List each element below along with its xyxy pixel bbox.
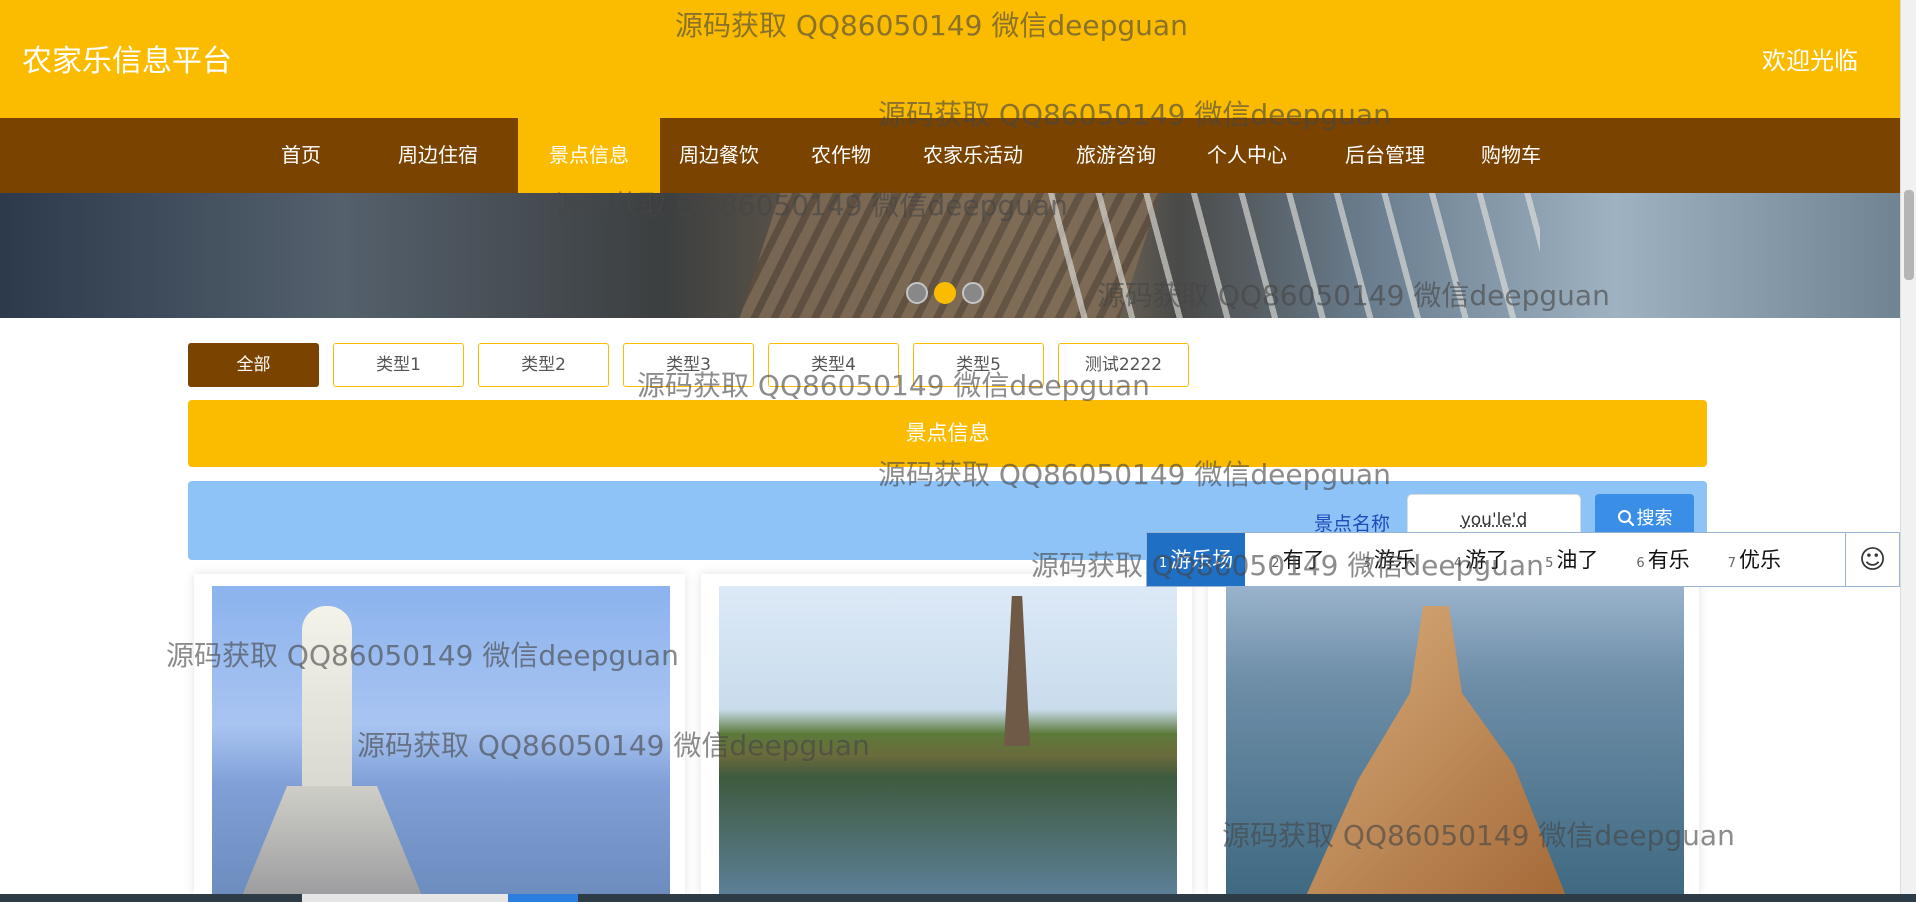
filter-test2222[interactable]: 测试2222: [1058, 343, 1189, 387]
category-filters: 全部 类型1 类型2 类型3 类型4 类型5 测试2222: [188, 343, 1189, 387]
nav-item-dining[interactable]: 周边餐饮: [670, 118, 768, 193]
os-taskbar: [0, 894, 1916, 902]
carousel-dot-1[interactable]: [906, 282, 928, 304]
nav-item-travel-consult[interactable]: 旅游咨询: [1070, 118, 1162, 193]
nav-item-cart[interactable]: 购物车: [1474, 118, 1548, 193]
taskbar-item[interactable]: [302, 894, 508, 902]
filter-type4[interactable]: 类型4: [768, 343, 899, 387]
ime-candidate[interactable]: 2 有了: [1259, 533, 1336, 586]
filter-type2[interactable]: 类型2: [478, 343, 609, 387]
search-icon: [1617, 510, 1634, 527]
nav-item-activities[interactable]: 农家乐活动: [916, 118, 1030, 193]
welcome-text: 欢迎光临: [1762, 47, 1858, 75]
attraction-cards: [194, 574, 1702, 894]
nav-item-attractions[interactable]: 景点信息: [518, 118, 660, 193]
ime-candidate[interactable]: 1 游乐场: [1147, 533, 1246, 586]
filter-type3[interactable]: 类型3: [623, 343, 754, 387]
attraction-card[interactable]: [1208, 574, 1699, 894]
search-button-label: 搜索: [1636, 508, 1673, 529]
nav-item-personal-center[interactable]: 个人中心: [1202, 118, 1292, 193]
nav-item-home[interactable]: 首页: [259, 118, 343, 193]
main-nav: 首页 周边住宿 景点信息 周边餐饮 农作物 农家乐活动 旅游咨询 个人中心 后台…: [0, 118, 1900, 193]
section-title: 景点信息: [188, 400, 1707, 467]
ime-candidate[interactable]: 4 游了: [1442, 533, 1519, 586]
ime-candidate[interactable]: 5 油了: [1533, 533, 1610, 586]
ime-candidate-bar: 1 游乐场 2 有了 3 游乐 4 游了 5 油了 6 有乐 7 优乐 ☺: [1146, 532, 1900, 587]
page-scrollbar[interactable]: [1900, 0, 1916, 894]
ime-candidate[interactable]: 6 有乐: [1624, 533, 1701, 586]
nav-item-crops[interactable]: 农作物: [806, 118, 876, 193]
taskbar-item[interactable]: [508, 894, 578, 902]
attraction-card[interactable]: [701, 574, 1192, 894]
nav-item-lodging[interactable]: 周边住宿: [383, 118, 493, 193]
page: 农家乐信息平台 欢迎光临 首页 周边住宿 景点信息 周边餐饮 农作物 农家乐活动…: [0, 0, 1916, 902]
filter-all[interactable]: 全部: [188, 343, 319, 387]
attraction-image[interactable]: [212, 586, 670, 894]
ime-candidate[interactable]: 3 游乐: [1351, 533, 1428, 586]
ime-candidate[interactable]: 7 优乐: [1716, 533, 1793, 586]
attraction-image[interactable]: [1226, 586, 1684, 894]
smiley-icon[interactable]: ☺: [1845, 533, 1899, 586]
scrollbar-thumb[interactable]: [1904, 190, 1914, 280]
site-title[interactable]: 农家乐信息平台: [22, 36, 232, 80]
attraction-image[interactable]: [719, 586, 1177, 894]
header: 农家乐信息平台 欢迎光临: [0, 0, 1900, 118]
nav-item-admin[interactable]: 后台管理: [1340, 118, 1430, 193]
carousel-dot-3[interactable]: [962, 282, 984, 304]
filter-type1[interactable]: 类型1: [333, 343, 464, 387]
carousel-dot-2[interactable]: [934, 282, 956, 304]
attraction-card[interactable]: [194, 574, 685, 894]
carousel-indicators: [906, 282, 984, 304]
filter-type5[interactable]: 类型5: [913, 343, 1044, 387]
